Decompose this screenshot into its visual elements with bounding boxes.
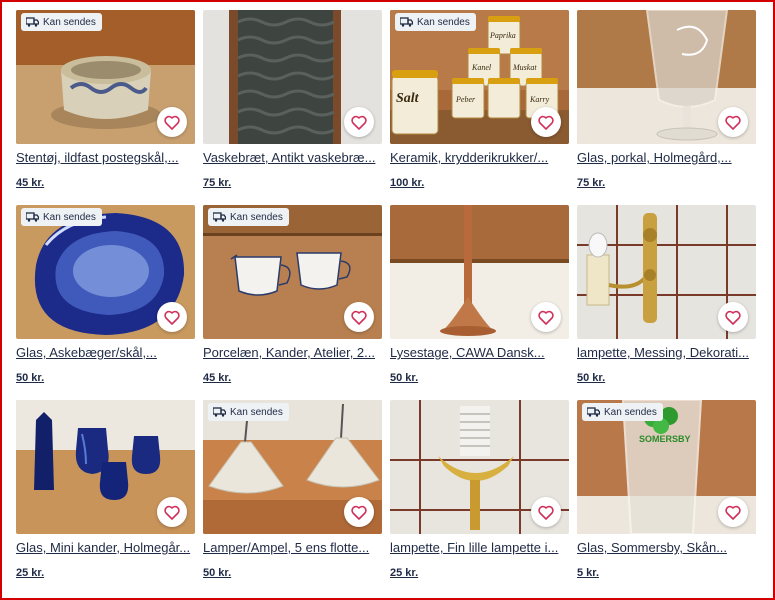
listing-title[interactable]: Glas, Mini kander, Holmegår... bbox=[16, 540, 195, 556]
heart-icon bbox=[725, 505, 741, 520]
heart-icon bbox=[351, 310, 367, 325]
ship-badge: Kan sendes bbox=[395, 13, 476, 31]
listing-price: 45 kr. bbox=[203, 372, 232, 384]
listing-title[interactable]: lampette, Messing, Dekorati... bbox=[577, 345, 756, 361]
ship-badge: Kan sendes bbox=[208, 403, 289, 421]
listing-price: 75 kr. bbox=[203, 177, 232, 189]
listing-card[interactable]: Lysestage, CAWA Dansk... 50 kr. bbox=[390, 205, 569, 393]
ship-badge: Kan sendes bbox=[582, 403, 663, 421]
listing-price: 45 kr. bbox=[16, 177, 45, 189]
listing-title[interactable]: Glas, porkal, Holmegård,... bbox=[577, 150, 756, 166]
listing-title[interactable]: Vaskebræt, Antikt vaskebræ... bbox=[203, 150, 382, 166]
favorite-button[interactable] bbox=[718, 497, 748, 527]
brand-logo-text: SOMERSBY bbox=[639, 434, 691, 444]
listing-title[interactable]: Lamper/Ampel, 5 ens flotte... bbox=[203, 540, 382, 556]
listing-title[interactable]: Stentøj, ildfast postegskål,... bbox=[16, 150, 195, 166]
results-frame: Kan sendes Stentøj, ildfast postegskål,.… bbox=[0, 0, 775, 600]
ship-badge-label: Kan sendes bbox=[230, 211, 283, 223]
jar-label: Paprika bbox=[489, 31, 516, 40]
favorite-button[interactable] bbox=[531, 497, 561, 527]
truck-icon bbox=[400, 17, 413, 27]
ship-badge: Kan sendes bbox=[21, 208, 102, 226]
heart-icon bbox=[538, 115, 554, 130]
favorite-button[interactable] bbox=[344, 107, 374, 137]
listing-card[interactable]: Paprika Kanel Muskat Salt Peber Karry Ka… bbox=[390, 10, 569, 198]
truck-icon bbox=[587, 407, 600, 417]
heart-icon bbox=[351, 115, 367, 130]
ship-badge: Kan sendes bbox=[21, 13, 102, 31]
listing-card[interactable]: Vaskebræt, Antikt vaskebræ... 75 kr. bbox=[203, 10, 382, 198]
listing-card[interactable]: Glas, Mini kander, Holmegår... 25 kr. bbox=[16, 400, 195, 588]
ship-badge-label: Kan sendes bbox=[604, 406, 657, 418]
listing-image[interactable]: Kan sendes bbox=[16, 10, 195, 144]
heart-icon bbox=[538, 505, 554, 520]
favorite-button[interactable] bbox=[531, 302, 561, 332]
listing-price: 75 kr. bbox=[577, 177, 606, 189]
listing-price: 25 kr. bbox=[16, 567, 45, 579]
listing-price: 100 kr. bbox=[390, 177, 425, 189]
favorite-button[interactable] bbox=[344, 497, 374, 527]
truck-icon bbox=[213, 212, 226, 222]
listing-image[interactable] bbox=[203, 10, 382, 144]
listing-price: 5 kr. bbox=[577, 567, 600, 579]
favorite-button[interactable] bbox=[157, 107, 187, 137]
favorite-button[interactable] bbox=[718, 302, 748, 332]
listing-price: 50 kr. bbox=[577, 372, 606, 384]
listing-image[interactable] bbox=[390, 205, 569, 339]
jar-label: Salt bbox=[396, 91, 420, 106]
listing-image[interactable]: Kan sendes bbox=[16, 205, 195, 339]
heart-icon bbox=[351, 505, 367, 520]
listing-card[interactable]: lampette, Messing, Dekorati... 50 kr. bbox=[577, 205, 756, 393]
heart-icon bbox=[164, 505, 180, 520]
ship-badge-label: Kan sendes bbox=[43, 16, 96, 28]
favorite-button[interactable] bbox=[718, 107, 748, 137]
truck-icon bbox=[26, 212, 39, 222]
listing-image[interactable]: Paprika Kanel Muskat Salt Peber Karry Ka… bbox=[390, 10, 569, 144]
listing-image[interactable]: Kan sendes bbox=[203, 400, 382, 534]
heart-icon bbox=[164, 115, 180, 130]
listing-price: 50 kr. bbox=[203, 567, 232, 579]
jar-label: Karry bbox=[529, 95, 550, 104]
listing-card[interactable]: lampette, Fin lille lampette i... 25 kr. bbox=[390, 400, 569, 588]
truck-icon bbox=[26, 17, 39, 27]
listing-card[interactable]: Kan sendes Glas, Askebæger/skål,... 50 k… bbox=[16, 205, 195, 393]
listing-image[interactable]: SOMERSBY Kan sendes bbox=[577, 400, 756, 534]
listing-title[interactable]: lampette, Fin lille lampette i... bbox=[390, 540, 569, 556]
heart-icon bbox=[538, 310, 554, 325]
favorite-button[interactable] bbox=[344, 302, 374, 332]
listing-title[interactable]: Glas, Sommersby, Skån... bbox=[577, 540, 756, 556]
listing-price: 25 kr. bbox=[390, 567, 419, 579]
listing-title[interactable]: Porcelæn, Kander, Atelier, 2... bbox=[203, 345, 382, 361]
heart-icon bbox=[725, 310, 741, 325]
favorite-button[interactable] bbox=[157, 497, 187, 527]
listing-image[interactable] bbox=[577, 10, 756, 144]
listing-card[interactable]: SOMERSBY Kan sendes Glas, Sommersby, Skå… bbox=[577, 400, 756, 588]
jar-label: Kanel bbox=[471, 63, 492, 72]
listing-image[interactable]: Kan sendes bbox=[203, 205, 382, 339]
favorite-button[interactable] bbox=[157, 302, 187, 332]
listing-price: 50 kr. bbox=[16, 372, 45, 384]
jar-label: Muskat bbox=[512, 63, 537, 72]
listing-grid: Kan sendes Stentøj, ildfast postegskål,.… bbox=[16, 10, 756, 588]
ship-badge-label: Kan sendes bbox=[230, 406, 283, 418]
truck-icon bbox=[213, 407, 226, 417]
ship-badge-label: Kan sendes bbox=[417, 16, 470, 28]
listing-image[interactable] bbox=[577, 205, 756, 339]
listing-price: 50 kr. bbox=[390, 372, 419, 384]
favorite-button[interactable] bbox=[531, 107, 561, 137]
heart-icon bbox=[725, 115, 741, 130]
listing-title[interactable]: Lysestage, CAWA Dansk... bbox=[390, 345, 569, 361]
listing-image[interactable] bbox=[16, 400, 195, 534]
jar-label: Peber bbox=[455, 95, 476, 104]
listing-title[interactable]: Keramik, krydderikrukker/... bbox=[390, 150, 569, 166]
listing-card[interactable]: Kan sendes Stentøj, ildfast postegskål,.… bbox=[16, 10, 195, 198]
listing-card[interactable]: Kan sendes Porcelæn, Kander, Atelier, 2.… bbox=[203, 205, 382, 393]
listing-title[interactable]: Glas, Askebæger/skål,... bbox=[16, 345, 195, 361]
ship-badge: Kan sendes bbox=[208, 208, 289, 226]
listing-card[interactable]: Kan sendes Lamper/Ampel, 5 ens flotte...… bbox=[203, 400, 382, 588]
listing-card[interactable]: Glas, porkal, Holmegård,... 75 kr. bbox=[577, 10, 756, 198]
listing-image[interactable] bbox=[390, 400, 569, 534]
heart-icon bbox=[164, 310, 180, 325]
ship-badge-label: Kan sendes bbox=[43, 211, 96, 223]
